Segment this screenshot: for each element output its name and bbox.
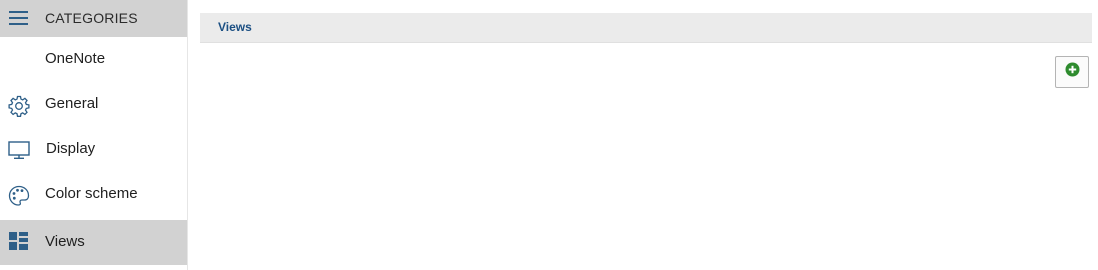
sidebar-item-label: Color scheme (45, 185, 138, 202)
sidebar-item-label: Views (45, 233, 85, 250)
gear-icon (8, 95, 30, 117)
sidebar-item-views[interactable]: Views (0, 220, 187, 265)
main-content: Views (188, 0, 1098, 270)
sidebar-title: CATEGORIES (45, 10, 138, 26)
sidebar: CATEGORIES OneNote General Display Color… (0, 0, 188, 270)
sidebar-item-label: OneNote (45, 50, 106, 67)
sidebar-item-label: General (45, 95, 99, 112)
hamburger-menu-icon[interactable] (9, 10, 28, 26)
sidebar-item-label: Display (46, 140, 96, 157)
sidebar-header: CATEGORIES (0, 0, 187, 37)
monitor-icon (8, 140, 30, 160)
plus-circle-icon (1065, 62, 1080, 82)
add-view-button[interactable] (1055, 56, 1089, 88)
views-section-header: Views (200, 13, 1092, 43)
palette-icon (8, 185, 30, 206)
section-title: Views (218, 20, 252, 34)
sidebar-item-general[interactable]: General (0, 82, 187, 127)
sidebar-item-onenote[interactable]: OneNote (0, 37, 187, 82)
sidebar-item-color-scheme[interactable]: Color scheme (0, 172, 187, 217)
views-grid-icon (8, 231, 30, 251)
sidebar-item-display[interactable]: Display (0, 127, 187, 172)
